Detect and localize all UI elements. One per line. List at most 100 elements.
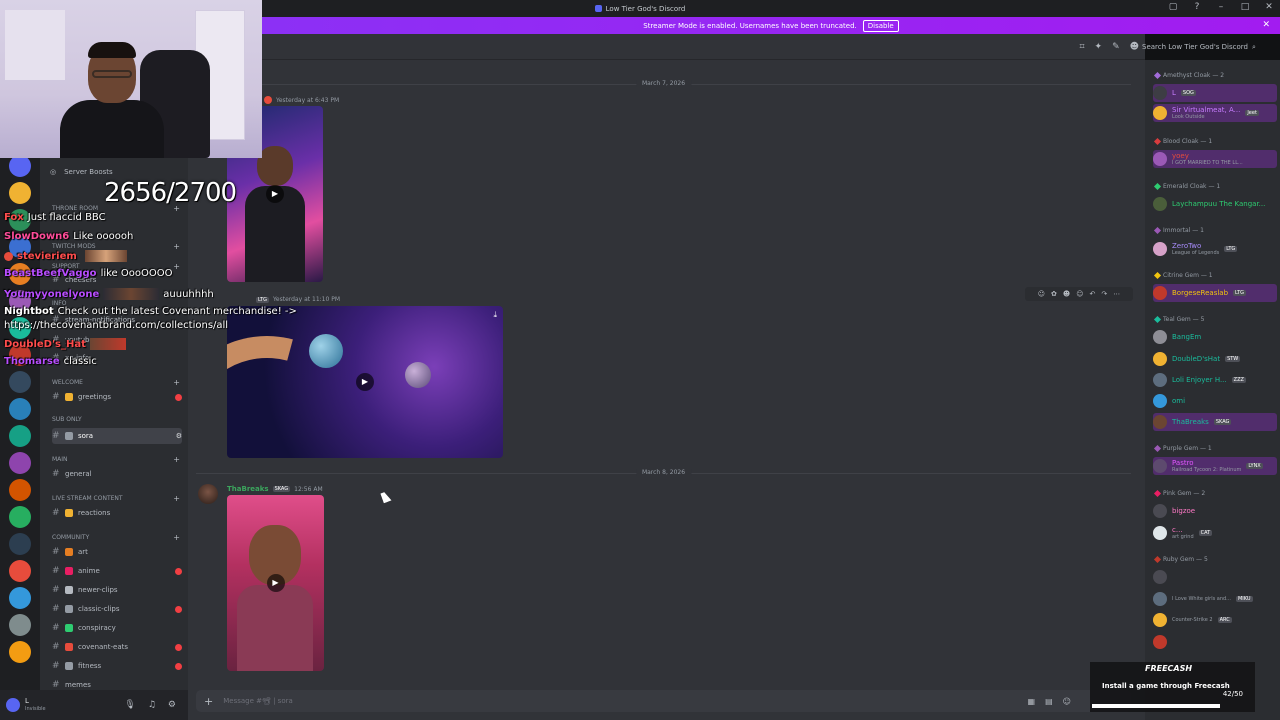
member-item[interactable]: Laychampuu The Kangar...	[1153, 195, 1277, 213]
reaction-icon[interactable]: ☻	[1063, 290, 1070, 298]
channel-item[interactable]: # general	[52, 466, 182, 482]
maximize-icon[interactable]: □	[1240, 2, 1250, 12]
channel-item[interactable]: # memes	[52, 677, 182, 690]
more-icon[interactable]: ⋯	[1113, 290, 1120, 298]
forward-icon[interactable]: ↷	[1101, 290, 1107, 298]
add-channel-icon[interactable]: +	[173, 494, 180, 503]
download-icon[interactable]: ⤓	[493, 310, 497, 320]
add-attachment-icon[interactable]: +	[204, 695, 213, 708]
add-channel-icon[interactable]: +	[173, 455, 180, 464]
video-attachment[interactable]: ▶	[227, 495, 324, 671]
reaction-icon[interactable]: ☺	[1038, 290, 1045, 298]
category-header[interactable]: LIVE STREAM CONTENT +	[52, 494, 180, 503]
avatar[interactable]	[6, 698, 20, 712]
server-icon[interactable]	[9, 587, 31, 609]
member-item[interactable]: BangEm	[1153, 328, 1277, 346]
category-header[interactable]: MAIN +	[52, 455, 180, 464]
member-item[interactable]: Loli Enjoyer H... ZZZ	[1153, 371, 1277, 389]
member-item[interactable]: ZeroTwo League of Legends LTG	[1153, 240, 1277, 258]
server-boosts[interactable]: ◎ Server Boosts	[40, 168, 188, 176]
server-icon[interactable]	[9, 479, 31, 501]
search-box[interactable]: Search Low Tier God's Discord ⌕	[1142, 40, 1272, 54]
video-attachment[interactable]: ▶ ⤓	[227, 306, 503, 458]
play-icon[interactable]: ▶	[356, 373, 374, 391]
message-composer[interactable]: + Message #📽 | sora ▦ ▤ ☺	[196, 690, 1131, 712]
gift-icon[interactable]: ▦	[1028, 697, 1036, 706]
mute-icon[interactable]: ✦	[1095, 42, 1103, 52]
gif-icon[interactable]: ▤	[1045, 697, 1053, 706]
settings-icon[interactable]: ⚙	[168, 700, 176, 710]
message-author[interactable]: ThaBreaks	[227, 485, 269, 493]
reply-icon[interactable]: ↶	[1090, 290, 1096, 298]
disable-button[interactable]: Disable	[862, 19, 899, 32]
member-item[interactable]: Sir Virtualmeat, A... Look Outside Jeet	[1153, 104, 1277, 122]
member-item[interactable]: I Love White girls and... MIKU	[1153, 590, 1277, 608]
members-icon[interactable]: ☻	[1130, 42, 1139, 52]
member-item[interactable]: bigzoe	[1153, 502, 1277, 520]
channel-item[interactable]: # newer-clips	[52, 582, 182, 598]
member-item[interactable]: omi	[1153, 392, 1277, 410]
member-item[interactable]: Pastro Railroad Tycoon 2: Platinum LYNX	[1153, 457, 1277, 475]
avatar	[1153, 152, 1167, 166]
threads-icon[interactable]: ⌗	[1079, 42, 1084, 52]
server-icon[interactable]	[9, 560, 31, 582]
member-item[interactable]: yoey I GOT MARRIED TO THE LL...	[1153, 150, 1277, 168]
avatar[interactable]	[198, 484, 218, 504]
add-channel-icon[interactable]: +	[173, 378, 180, 387]
channel-item[interactable]: # art	[52, 544, 182, 560]
server-icon[interactable]	[9, 506, 31, 528]
member-item[interactable]: BorgeseReaslab LTG	[1153, 284, 1277, 302]
server-icon[interactable]	[9, 182, 31, 204]
server-icon[interactable]	[9, 533, 31, 555]
server-icon[interactable]	[9, 452, 31, 474]
channel-item[interactable]: # fitness	[52, 658, 182, 674]
channel-settings-icon[interactable]: ⚙	[176, 432, 182, 440]
category-label: WELCOME	[52, 379, 83, 386]
channel-item[interactable]: # covenant-eats	[52, 639, 182, 655]
category-label: MAIN	[52, 456, 68, 463]
avatar[interactable]	[264, 96, 272, 104]
minimize-icon[interactable]: –	[1216, 2, 1226, 12]
channel-item[interactable]: # greetings	[52, 389, 182, 405]
member-item[interactable]: ThaBreaks SKAG	[1153, 413, 1277, 431]
category-header[interactable]: WELCOME +	[52, 378, 180, 387]
server-icon[interactable]	[9, 425, 31, 447]
channel-item[interactable]: # classic-clips	[52, 601, 182, 617]
server-icon[interactable]	[9, 641, 31, 663]
channel-item[interactable]: # reactions	[52, 505, 182, 521]
server-icon[interactable]	[9, 398, 31, 420]
add-channel-icon[interactable]: +	[173, 533, 180, 542]
channel-item[interactable]: # anime	[52, 563, 182, 579]
category-header[interactable]: SUB ONLY	[52, 416, 180, 423]
member-group-header: Emerald Cloak — 1	[1153, 182, 1220, 191]
server-icon[interactable]	[9, 155, 31, 177]
reaction-icon[interactable]: ✿	[1051, 290, 1057, 298]
user-info[interactable]: L Invisible	[25, 697, 46, 713]
add-reaction-icon[interactable]: ☺	[1076, 290, 1083, 298]
member-item[interactable]: c... art grind CAT	[1153, 524, 1277, 542]
member-item[interactable]	[1153, 633, 1277, 651]
channel-item-active[interactable]: # sora ⚙	[52, 428, 182, 444]
mic-icon[interactable]: 🎙	[124, 700, 135, 710]
inbox-icon[interactable]: ▢	[1168, 2, 1178, 12]
play-icon[interactable]: ▶	[266, 574, 285, 592]
member-item[interactable]	[1153, 568, 1277, 586]
user-controls: 🎙 ♫ ⚙	[124, 700, 188, 710]
member-name: ThaBreaks	[1172, 418, 1209, 426]
help-icon[interactable]: ?	[1192, 2, 1202, 12]
member-tag: ZZZ	[1231, 377, 1246, 383]
server-icon[interactable]	[9, 614, 31, 636]
headphones-icon[interactable]: ♫	[148, 700, 156, 710]
emoji-icon[interactable]: ☺	[1063, 697, 1071, 706]
banner-close-icon[interactable]: ✕	[1262, 20, 1270, 30]
member-item[interactable]: L SOG	[1153, 84, 1277, 102]
pin-icon[interactable]: ✎	[1112, 42, 1120, 52]
channel-item[interactable]: # conspiracy	[52, 620, 182, 636]
play-icon[interactable]: ▶	[266, 185, 284, 203]
member-item[interactable]: DoubleD'sHat STW	[1153, 350, 1277, 368]
member-item[interactable]: Counter-Strike 2 ARC	[1153, 611, 1277, 629]
stream-chat-line: BeastBeefVaggo like OooOOOO	[4, 268, 264, 279]
server-icon[interactable]	[9, 371, 31, 393]
category-header[interactable]: COMMUNITY +	[52, 533, 180, 542]
close-window-icon[interactable]: ✕	[1264, 2, 1274, 12]
